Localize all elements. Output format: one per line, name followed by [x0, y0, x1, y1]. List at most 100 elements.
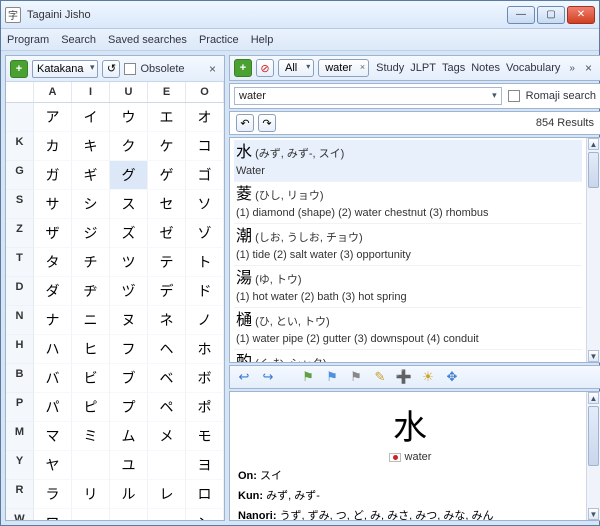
kana-cell[interactable]: ツ: [110, 248, 148, 277]
kana-cell[interactable]: ザ: [34, 219, 72, 248]
result-entry[interactable]: 潮 (しお, うしお, チョウ)(1) tide (2) salt water …: [234, 224, 582, 266]
toolbar-vocabulary[interactable]: Vocabulary: [503, 62, 563, 74]
nav-fwd-icon[interactable]: ↪: [260, 369, 276, 385]
kana-cell[interactable]: ベ: [148, 364, 186, 393]
kana-cell[interactable]: ノ: [186, 306, 224, 335]
menu-saved-searches[interactable]: Saved searches: [108, 34, 187, 46]
kana-cell[interactable]: プ: [110, 393, 148, 422]
kana-cell[interactable]: イ: [72, 103, 110, 132]
kana-cell[interactable]: フ: [110, 335, 148, 364]
kana-cell[interactable]: オ: [186, 103, 224, 132]
kana-cell[interactable]: ヤ: [34, 451, 72, 480]
menu-search[interactable]: Search: [61, 34, 96, 46]
kana-cell[interactable]: ホ: [186, 335, 224, 364]
kana-cell[interactable]: ウ: [110, 103, 148, 132]
kana-cell[interactable]: サ: [34, 190, 72, 219]
kana-cell[interactable]: レ: [148, 480, 186, 509]
kana-cell[interactable]: モ: [186, 422, 224, 451]
kana-cell[interactable]: チ: [72, 248, 110, 277]
result-entry[interactable]: 水 (みず, みず-, スイ)Water: [234, 140, 582, 182]
kana-cell[interactable]: ネ: [148, 306, 186, 335]
kana-cell[interactable]: ジ: [72, 219, 110, 248]
toolbar-close-icon[interactable]: ×: [581, 61, 596, 75]
kana-cell[interactable]: シ: [72, 190, 110, 219]
kana-cell[interactable]: セ: [148, 190, 186, 219]
filter-term[interactable]: water×: [318, 59, 369, 77]
kana-cell[interactable]: ギ: [72, 161, 110, 190]
add-button[interactable]: +: [10, 60, 28, 78]
kana-cell[interactable]: ポ: [186, 393, 224, 422]
close-button[interactable]: ✕: [567, 6, 595, 24]
kana-cell[interactable]: ビ: [72, 364, 110, 393]
kana-cell[interactable]: ム: [110, 422, 148, 451]
toolbar-study[interactable]: Study: [373, 62, 407, 74]
kana-cell[interactable]: ル: [110, 480, 148, 509]
kana-cell[interactable]: ラ: [34, 480, 72, 509]
minimize-button[interactable]: —: [507, 6, 535, 24]
results-scrollbar[interactable]: ▲▼: [586, 138, 600, 362]
kana-cell[interactable]: ク: [110, 132, 148, 161]
kana-cell[interactable]: ワ: [34, 509, 72, 520]
kana-cell[interactable]: キ: [72, 132, 110, 161]
kana-cell[interactable]: デ: [148, 277, 186, 306]
kana-cell[interactable]: ト: [186, 248, 224, 277]
kana-cell[interactable]: ヌ: [110, 306, 148, 335]
result-entry[interactable]: 樋 (ひ, とい, トウ)(1) water pipe (2) gutter (…: [234, 308, 582, 350]
forward-button[interactable]: ↷: [258, 114, 276, 132]
search-input[interactable]: water: [234, 87, 502, 105]
kana-mode-select[interactable]: Katakana: [32, 60, 98, 78]
toolbar-notes[interactable]: Notes: [468, 62, 503, 74]
add-icon[interactable]: ➕: [396, 369, 412, 385]
kana-cell[interactable]: タ: [34, 248, 72, 277]
toolbar-jlpt[interactable]: JLPT: [407, 62, 439, 74]
kana-cell[interactable]: ダ: [34, 277, 72, 306]
kana-cell[interactable]: ン: [186, 509, 224, 520]
kana-cell[interactable]: ピ: [72, 393, 110, 422]
menu-practice[interactable]: Practice: [199, 34, 239, 46]
kana-cell[interactable]: ヂ: [72, 277, 110, 306]
kana-cell[interactable]: ヒ: [72, 335, 110, 364]
flag-gray-icon[interactable]: ⚑: [348, 369, 364, 385]
kana-cell[interactable]: カ: [34, 132, 72, 161]
filter-all[interactable]: All: [278, 59, 314, 77]
kana-cell[interactable]: マ: [34, 422, 72, 451]
kana-cell[interactable]: ド: [186, 277, 224, 306]
move-icon[interactable]: ✥: [444, 369, 460, 385]
menu-help[interactable]: Help: [251, 34, 274, 46]
kana-cell[interactable]: ブ: [110, 364, 148, 393]
kana-cell[interactable]: バ: [34, 364, 72, 393]
add-filter-button[interactable]: +: [234, 59, 252, 77]
kana-cell[interactable]: ゼ: [148, 219, 186, 248]
back-button[interactable]: ↶: [236, 114, 254, 132]
edit-icon[interactable]: ✎: [372, 369, 388, 385]
result-entry[interactable]: 湯 (ゆ, トウ)(1) hot water (2) bath (3) hot …: [234, 266, 582, 308]
kana-cell[interactable]: パ: [34, 393, 72, 422]
kana-cell[interactable]: テ: [148, 248, 186, 277]
detail-scrollbar[interactable]: ▲▼: [586, 392, 600, 520]
kana-cell[interactable]: ス: [110, 190, 148, 219]
romaji-checkbox[interactable]: [508, 90, 520, 102]
panel-close-icon[interactable]: ×: [205, 62, 220, 76]
result-entry[interactable]: 酌 (く.む, シャク)(1) bar-tending (2) serving …: [234, 350, 582, 362]
kana-cell[interactable]: メ: [148, 422, 186, 451]
kana-cell[interactable]: ロ: [186, 480, 224, 509]
kana-cell[interactable]: ヅ: [110, 277, 148, 306]
reset-button[interactable]: ↺: [102, 60, 120, 78]
nav-back-icon[interactable]: ↩: [236, 369, 252, 385]
obsolete-checkbox[interactable]: [124, 63, 136, 75]
kana-cell[interactable]: ニ: [72, 306, 110, 335]
kana-cell[interactable]: ヨ: [186, 451, 224, 480]
kana-cell[interactable]: ユ: [110, 451, 148, 480]
result-entry[interactable]: 菱 (ひし, リョウ)(1) diamond (shape) (2) water…: [234, 182, 582, 224]
kana-cell[interactable]: ナ: [34, 306, 72, 335]
kana-cell[interactable]: ア: [34, 103, 72, 132]
kana-cell[interactable]: ゲ: [148, 161, 186, 190]
flag-green-icon[interactable]: ⚑: [300, 369, 316, 385]
kana-cell[interactable]: グ: [110, 161, 148, 190]
kana-cell[interactable]: ミ: [72, 422, 110, 451]
kana-cell[interactable]: ボ: [186, 364, 224, 393]
menu-program[interactable]: Program: [7, 34, 49, 46]
kana-cell[interactable]: ズ: [110, 219, 148, 248]
kana-cell[interactable]: ハ: [34, 335, 72, 364]
toolbar-overflow[interactable]: »: [567, 63, 577, 74]
